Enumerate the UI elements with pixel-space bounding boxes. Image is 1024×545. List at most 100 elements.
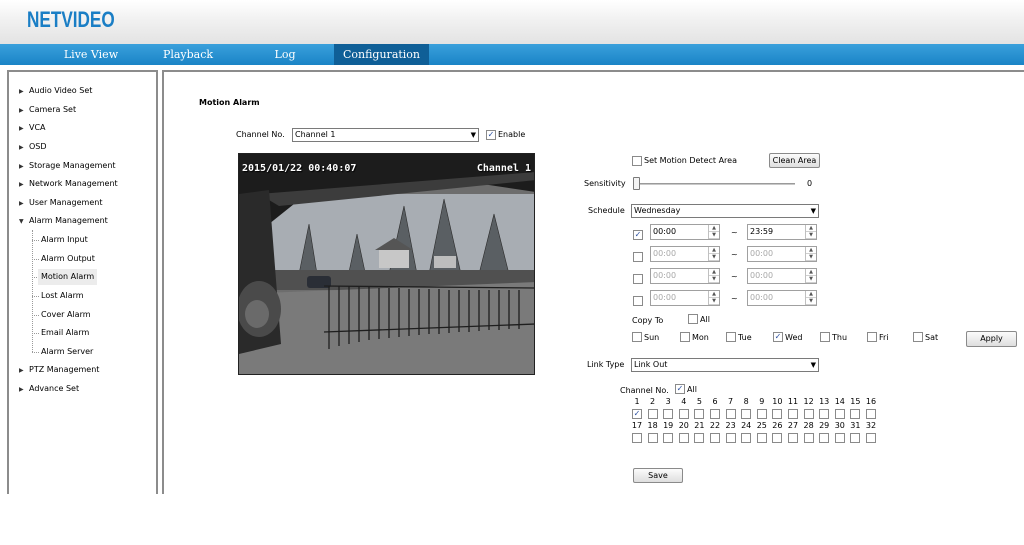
channel-checkbox-9[interactable] bbox=[756, 409, 767, 419]
day-checkbox-sun[interactable] bbox=[632, 332, 642, 342]
sensitivity-slider-handle[interactable] bbox=[633, 177, 640, 190]
sidebar-subitem-alarm-output[interactable]: Alarm Output bbox=[41, 251, 95, 267]
enable-checkbox[interactable]: ✓ bbox=[486, 130, 496, 140]
sidebar-item-user-management[interactable]: ▶ User Management bbox=[19, 195, 102, 211]
time-row-checkbox-2[interactable] bbox=[633, 252, 643, 262]
spin-up-icon[interactable]: ▲ bbox=[806, 225, 816, 232]
spin-up-icon[interactable]: ▲ bbox=[806, 247, 816, 254]
sidebar-subitem-cover-alarm[interactable]: Cover Alarm bbox=[41, 307, 91, 323]
spin-down-icon[interactable]: ▼ bbox=[709, 298, 719, 305]
schedule-select[interactable]: Wednesday ▼ bbox=[631, 204, 819, 218]
channel-checkbox-2[interactable] bbox=[647, 409, 658, 419]
channel-checkbox-6[interactable] bbox=[710, 409, 720, 419]
sidebar-subitem-lost-alarm[interactable]: Lost Alarm bbox=[41, 288, 84, 304]
day-checkbox-thu[interactable] bbox=[820, 332, 830, 342]
clean-area-button[interactable]: Clean Area bbox=[769, 153, 820, 168]
spin-down-icon[interactable]: ▼ bbox=[806, 276, 816, 283]
channel-checkbox-13[interactable] bbox=[819, 409, 830, 419]
spin-down-icon[interactable]: ▼ bbox=[806, 232, 816, 239]
channel-checkbox-25[interactable] bbox=[756, 433, 767, 443]
time-spinner[interactable]: ▲ ▼ bbox=[708, 247, 719, 261]
day-checkbox-sat[interactable] bbox=[913, 332, 923, 342]
spin-up-icon[interactable]: ▲ bbox=[806, 291, 816, 298]
channel-checkbox-21[interactable] bbox=[694, 433, 705, 443]
live-video-preview[interactable]: 2015/01/22 00:40:07 Channel 1 bbox=[238, 153, 535, 375]
channel-checkbox-11[interactable] bbox=[788, 409, 798, 419]
channel-checkbox-16[interactable] bbox=[866, 409, 876, 419]
nav-playback[interactable]: Playback bbox=[150, 44, 226, 65]
channel-checkbox-1[interactable]: ✓ bbox=[632, 409, 642, 419]
nav-log[interactable]: Log bbox=[260, 44, 310, 65]
sidebar-item-audio-video-set[interactable]: ▶ Audio Video Set bbox=[19, 83, 92, 99]
time-row-checkbox-3[interactable] bbox=[633, 274, 643, 284]
channel-checkbox-22[interactable] bbox=[710, 433, 720, 443]
time-row-checkbox-4[interactable] bbox=[633, 296, 643, 306]
time-start-input-2[interactable]: 00:00 ▲ ▼ bbox=[650, 246, 720, 262]
day-checkbox-tue[interactable] bbox=[726, 332, 736, 342]
sidebar-subitem-email-alarm[interactable]: Email Alarm bbox=[41, 325, 89, 341]
sidebar-item-ptz-management[interactable]: ▶ PTZ Management bbox=[19, 362, 99, 378]
channel-select[interactable]: Channel 1 ▼ bbox=[292, 128, 479, 142]
time-spinner[interactable]: ▲ ▼ bbox=[708, 269, 719, 283]
channel-checkbox-3[interactable] bbox=[663, 409, 674, 419]
spin-up-icon[interactable]: ▲ bbox=[709, 225, 719, 232]
sidebar-item-storage-management[interactable]: ▶ Storage Management bbox=[19, 158, 116, 174]
time-spinner[interactable]: ▲ ▼ bbox=[805, 225, 816, 239]
sensitivity-slider-track[interactable] bbox=[635, 183, 795, 185]
day-checkbox-mon[interactable] bbox=[680, 332, 690, 342]
time-spinner[interactable]: ▲ ▼ bbox=[805, 247, 816, 261]
channel-checkbox-30[interactable] bbox=[834, 433, 845, 443]
apply-button[interactable]: Apply bbox=[966, 331, 1017, 347]
nav-live-view[interactable]: Live View bbox=[52, 44, 130, 65]
link-type-select[interactable]: Link Out ▼ bbox=[631, 358, 819, 372]
time-end-input-1[interactable]: 23:59 ▲ ▼ bbox=[747, 224, 817, 240]
channel-checkbox-4[interactable] bbox=[678, 409, 689, 419]
channel-checkbox-15[interactable] bbox=[850, 409, 861, 419]
spin-down-icon[interactable]: ▼ bbox=[806, 298, 816, 305]
link-all-checkbox[interactable]: ✓ bbox=[675, 384, 685, 394]
sidebar-item-vca[interactable]: ▶ VCA bbox=[19, 120, 46, 136]
spin-down-icon[interactable]: ▼ bbox=[709, 232, 719, 239]
time-start-input-3[interactable]: 00:00 ▲ ▼ bbox=[650, 268, 720, 284]
time-spinner[interactable]: ▲ ▼ bbox=[708, 291, 719, 305]
time-spinner[interactable]: ▲ ▼ bbox=[805, 291, 816, 305]
copy-all-checkbox[interactable] bbox=[688, 314, 698, 324]
spin-up-icon[interactable]: ▲ bbox=[709, 291, 719, 298]
spin-up-icon[interactable]: ▲ bbox=[806, 269, 816, 276]
nav-configuration[interactable]: Configuration bbox=[334, 44, 429, 65]
channel-checkbox-12[interactable] bbox=[803, 409, 814, 419]
time-spinner[interactable]: ▲ ▼ bbox=[708, 225, 719, 239]
channel-checkbox-29[interactable] bbox=[819, 433, 830, 443]
time-start-input-4[interactable]: 00:00 ▲ ▼ bbox=[650, 290, 720, 306]
channel-checkbox-28[interactable] bbox=[803, 433, 814, 443]
channel-checkbox-18[interactable] bbox=[647, 433, 658, 443]
channel-checkbox-10[interactable] bbox=[772, 409, 783, 419]
channel-checkbox-20[interactable] bbox=[678, 433, 689, 443]
sidebar-subitem-alarm-server[interactable]: Alarm Server bbox=[41, 344, 93, 360]
time-end-input-3[interactable]: 00:00 ▲ ▼ bbox=[747, 268, 817, 284]
channel-checkbox-23[interactable] bbox=[725, 433, 736, 443]
day-checkbox-wed[interactable]: ✓ bbox=[773, 332, 783, 342]
channel-checkbox-26[interactable] bbox=[772, 433, 783, 443]
time-end-input-4[interactable]: 00:00 ▲ ▼ bbox=[747, 290, 817, 306]
time-row-checkbox-1[interactable]: ✓ bbox=[633, 230, 643, 240]
channel-checkbox-27[interactable] bbox=[788, 433, 798, 443]
sidebar-item-osd[interactable]: ▶ OSD bbox=[19, 139, 47, 155]
sidebar-item-alarm-management[interactable]: ▼ Alarm Management bbox=[19, 213, 108, 229]
set-area-checkbox[interactable] bbox=[632, 156, 642, 166]
channel-checkbox-31[interactable] bbox=[850, 433, 861, 443]
time-spinner[interactable]: ▲ ▼ bbox=[805, 269, 816, 283]
time-start-input-1[interactable]: 00:00 ▲ ▼ bbox=[650, 224, 720, 240]
time-end-input-2[interactable]: 00:00 ▲ ▼ bbox=[747, 246, 817, 262]
channel-checkbox-7[interactable] bbox=[725, 409, 736, 419]
sidebar-subitem-alarm-input[interactable]: Alarm Input bbox=[41, 232, 88, 248]
channel-checkbox-19[interactable] bbox=[663, 433, 674, 443]
sidebar-item-network-management[interactable]: ▶ Network Management bbox=[19, 176, 118, 192]
day-checkbox-fri[interactable] bbox=[867, 332, 877, 342]
spin-up-icon[interactable]: ▲ bbox=[709, 247, 719, 254]
channel-checkbox-8[interactable] bbox=[741, 409, 752, 419]
channel-checkbox-14[interactable] bbox=[834, 409, 845, 419]
sidebar-subitem-motion-alarm[interactable]: Motion Alarm bbox=[38, 269, 98, 285]
save-button[interactable]: Save bbox=[633, 468, 683, 483]
spin-down-icon[interactable]: ▼ bbox=[806, 254, 816, 261]
